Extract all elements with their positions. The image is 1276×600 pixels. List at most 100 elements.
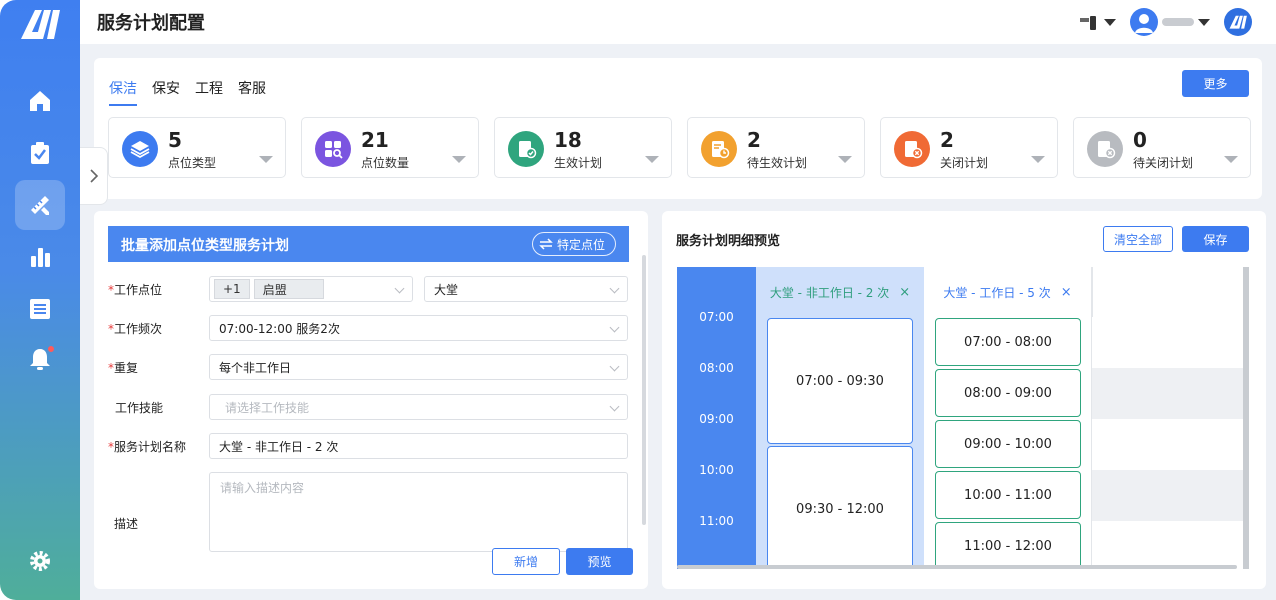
swap-icon [539,238,553,250]
stat-card-pending-plans[interactable]: 2 待生效计划 [687,117,865,178]
schedule-slot[interactable]: 09:00 - 10:00 [935,420,1081,468]
chevron-down-icon [394,283,405,294]
stat-label: 待生效计划 [747,156,808,170]
schedule-slot[interactable]: 08:00 - 09:00 [935,369,1081,417]
save-button[interactable]: 保存 [1182,226,1249,252]
schedule-slot[interactable]: 09:30 - 12:00 [767,446,913,569]
tab-cleaning[interactable]: 保洁 [109,78,137,106]
time-label: 08:00 [699,361,734,375]
skill-select[interactable]: 请选择工作技能 [209,394,628,420]
close-icon[interactable]: × [899,285,910,300]
plan-preview-panel: 服务计划明细预览 清空全部 保存 07:00 08:00 09:00 10:00… [662,211,1266,589]
description-textarea[interactable]: 请输入描述内容 [209,472,628,552]
more-button[interactable]: 更多 [1182,70,1249,97]
chevron-down-icon [452,156,466,163]
chevron-down-icon [609,322,620,333]
chevron-down-icon [1031,156,1045,163]
plan-name-value: 大堂 - 非工作日 - 2 次 [219,439,339,454]
schedule-column-header: 大堂 - 工作日 - 5 次 × [924,267,1092,317]
column-title: 大堂 - 工作日 - 5 次 [943,285,1051,300]
form-header: 批量添加点位类型服务计划 特定点位 [108,226,629,262]
clear-all-button[interactable]: 清空全部 [1103,226,1173,252]
stat-card-closed-plans[interactable]: 2 关闭计划 [880,117,1058,178]
column-title: 大堂 - 非工作日 - 2 次 [769,285,890,300]
stat-value: 21 [361,128,389,152]
frequency-select[interactable]: 07:00-12:00 服务2次 [209,315,628,341]
tab-engineering[interactable]: 工程 [195,78,223,106]
home-icon [30,91,50,111]
chevron-down-icon [1224,156,1238,163]
user-menu[interactable] [1130,8,1210,36]
category-tabs: 保洁 保安 工程 客服 [109,78,281,106]
location-select[interactable]: +1 启盟 [209,276,413,302]
stat-value: 2 [747,128,761,152]
org-icon [1080,16,1096,30]
doc-close-icon [894,131,930,167]
stat-label: 点位数量 [361,156,410,170]
sidebar-item-plan[interactable] [15,180,65,230]
frequency-value: 07:00-12:00 服务2次 [219,321,340,336]
bar-chart-icon [31,248,50,267]
preview-title: 服务计划明细预览 [676,234,781,249]
area-select[interactable]: 大堂 [424,276,628,302]
stat-value: 5 [168,128,182,152]
schedule-slot[interactable]: 07:00 - 09:30 [767,318,913,444]
preview-button[interactable]: 预览 [566,548,633,575]
tab-customer-service[interactable]: 客服 [238,78,266,106]
close-icon[interactable]: × [1061,285,1072,300]
stat-card-point-types[interactable]: 5 点位类型 [108,117,286,178]
chevron-down-icon [645,156,659,163]
gear-icon [30,551,50,571]
grid-vertical-scrollbar[interactable] [1243,267,1249,569]
stat-card-active-plans[interactable]: 18 生效计划 [494,117,672,178]
sidebar-item-tasks[interactable] [15,128,65,178]
description-placeholder: 请输入描述内容 [220,481,305,495]
org-switcher[interactable] [1078,13,1116,31]
chevron-down-icon [1104,18,1116,26]
form-scrollbar[interactable] [642,255,646,525]
area-value: 大堂 [434,282,459,297]
grid-horizontal-scrollbar[interactable] [677,565,1237,569]
stat-label: 待关闭计划 [1133,156,1194,170]
ai-logo-icon[interactable] [18,6,62,42]
schedule-slot[interactable]: 11:00 - 12:00 [935,522,1081,569]
repeat-label: 重复 [114,361,139,375]
stat-card-pending-close-plans[interactable]: 0 待关闭计划 [1073,117,1251,178]
sidebar [0,0,80,600]
sidebar-item-list[interactable] [15,284,65,334]
sidebar-item-home[interactable] [15,76,65,126]
tab-security[interactable]: 保安 [152,78,180,106]
ai-logo-icon[interactable] [1224,8,1252,36]
schedule-slot[interactable]: 10:00 - 11:00 [935,471,1081,519]
plan-name-input[interactable]: 大堂 - 非工作日 - 2 次 [209,433,628,459]
chevron-down-icon [259,156,273,163]
sidebar-item-notifications[interactable] [15,334,65,384]
doc-check-icon [508,131,544,167]
tag-location: 启盟 [253,279,324,299]
username-blur [1162,18,1194,26]
repeat-select[interactable]: 每个非工作日 [209,354,628,380]
plan-name-label: 服务计划名称 [114,440,187,454]
skill-placeholder: 请选择工作技能 [225,400,310,415]
list-icon [30,299,50,319]
stat-card-point-count[interactable]: 21 点位数量 [301,117,479,178]
ruler-pencil-icon [31,196,49,215]
sidebar-item-settings[interactable] [15,536,65,586]
content-area: 保洁 保安 工程 客服 更多 5 点位类型 21 点位数量 18 生效计划 2 … [80,44,1276,600]
add-button[interactable]: 新增 [492,548,560,575]
frequency-label: 工作频次 [114,322,163,336]
schedule-column-header: 大堂 - 非工作日 - 2 次 × [756,267,924,317]
stat-value: 2 [940,128,954,152]
sidebar-item-stats[interactable] [15,232,65,282]
time-label: 07:00 [699,310,734,324]
plan-form-panel: 批量添加点位类型服务计划 特定点位 *工作点位 +1 启盟 大堂 *工作频次 0 [94,211,648,589]
chevron-down-icon [1198,18,1210,26]
location-label: 工作点位 [114,283,163,297]
time-label: 11:00 [699,514,734,528]
sidebar-expand-button[interactable] [80,147,108,205]
specific-point-button[interactable]: 特定点位 [531,232,616,256]
stat-label: 点位类型 [168,156,217,170]
top-header: 服务计划配置 [80,0,1276,44]
schedule-slot[interactable]: 07:00 - 08:00 [935,318,1081,366]
time-label: 09:00 [699,412,734,426]
